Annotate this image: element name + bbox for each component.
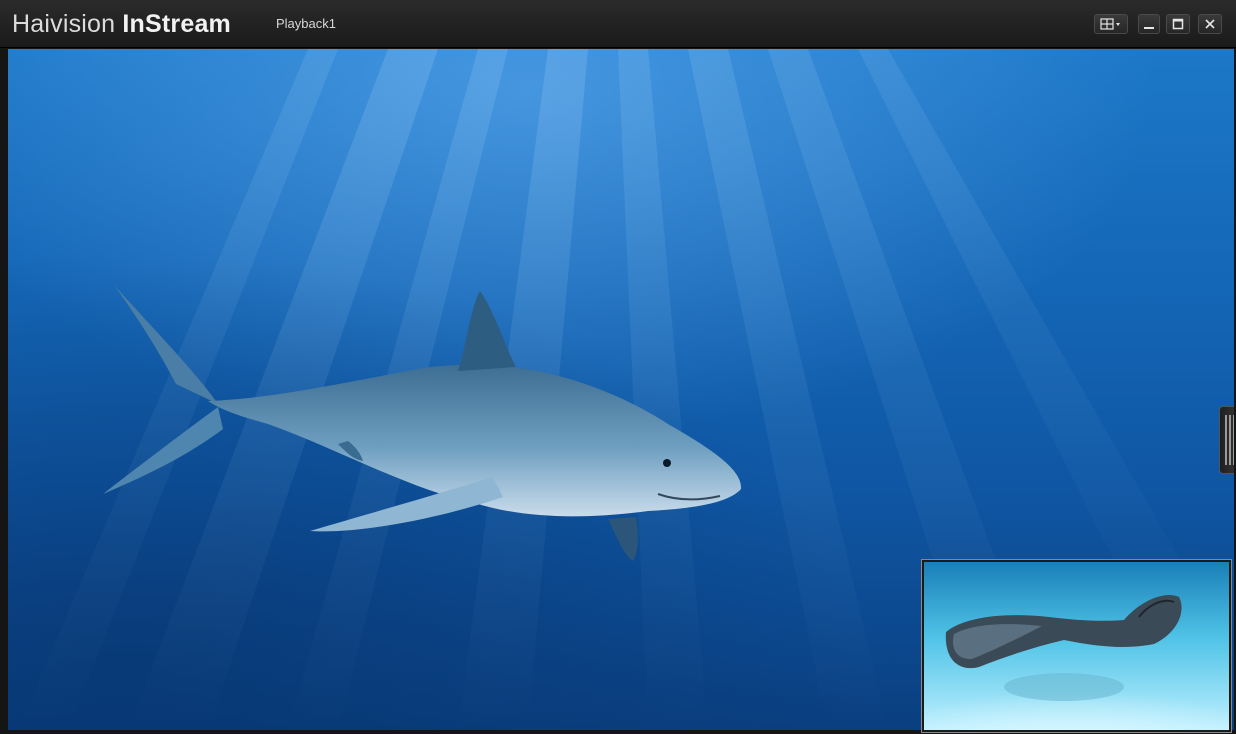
picture-in-picture-video[interactable]: [921, 559, 1232, 733]
brand-vision: vision: [50, 10, 123, 38]
maximize-button[interactable]: [1166, 14, 1190, 34]
side-panel-handle[interactable]: [1219, 406, 1234, 474]
brand-logo: Haivision InStream: [12, 10, 231, 39]
minimize-button[interactable]: [1138, 14, 1160, 34]
maximize-icon: [1172, 18, 1184, 30]
brand-hai: Hai: [12, 10, 51, 38]
window-title: Playback1: [276, 16, 336, 31]
brand-instream: InStream: [122, 10, 231, 38]
title-bar[interactable]: Haivision InStream Playback1: [0, 0, 1236, 48]
handle-grip-line: [1229, 415, 1231, 465]
grid-layout-icon: [1100, 18, 1120, 30]
close-button[interactable]: [1198, 14, 1222, 34]
layout-menu-button[interactable]: [1094, 14, 1128, 34]
stingray-video-frame: [924, 562, 1229, 730]
handle-grip-line: [1225, 415, 1227, 465]
instream-player-window: Haivision InStream Playback1: [0, 0, 1236, 734]
close-icon: [1205, 19, 1215, 29]
handle-grip-line: [1233, 415, 1234, 465]
minimize-icon: [1144, 27, 1154, 29]
